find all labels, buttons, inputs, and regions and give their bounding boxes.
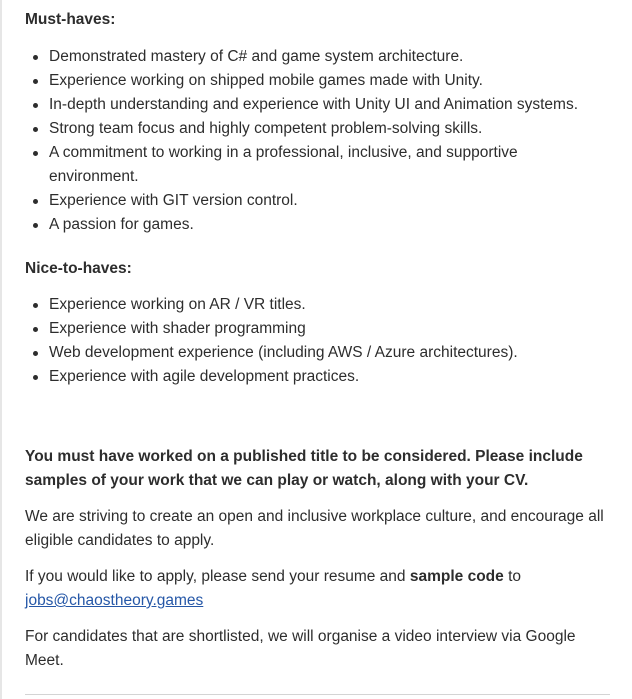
list-item: A passion for games.: [25, 213, 610, 237]
list-item: Experience with GIT version control.: [25, 189, 610, 213]
apply-paragraph: If you would like to apply, please send …: [25, 565, 615, 613]
list-item: A commitment to working in a professiona…: [25, 141, 569, 189]
list-item: Experience with shader programming: [25, 317, 610, 341]
apply-text: If you would like to apply, please send …: [25, 568, 410, 585]
list-item: Web development experience (including AW…: [25, 341, 610, 365]
culture-paragraph: We are striving to create an open and in…: [25, 508, 604, 549]
nice-to-haves-heading: Nice-to-haves:: [25, 260, 132, 277]
left-border: [0, 0, 2, 699]
nice-to-haves-list: Experience working on AR / VR titles. Ex…: [25, 293, 610, 389]
interview-paragraph: For candidates that are shortlisted, we …: [25, 628, 576, 669]
list-item: Strong team focus and highly competent p…: [25, 117, 610, 141]
list-item: Demonstrated mastery of C# and game syst…: [25, 45, 610, 69]
bottom-divider: [25, 694, 610, 695]
sample-code-text: sample code: [409, 568, 504, 585]
must-haves-heading: Must-haves:: [25, 11, 116, 28]
email-link[interactable]: jobs@chaostheory.games: [25, 592, 203, 609]
must-haves-list: Demonstrated mastery of C# and game syst…: [25, 45, 610, 237]
list-item: Experience working on AR / VR titles.: [25, 293, 610, 317]
list-item: Experience with agile development practi…: [25, 365, 610, 389]
published-title-notice: You must have worked on a published titl…: [25, 448, 583, 489]
apply-to-text: to: [503, 568, 521, 585]
list-item: In-depth understanding and experience wi…: [25, 93, 610, 117]
list-item: Experience working on shipped mobile gam…: [25, 69, 610, 93]
